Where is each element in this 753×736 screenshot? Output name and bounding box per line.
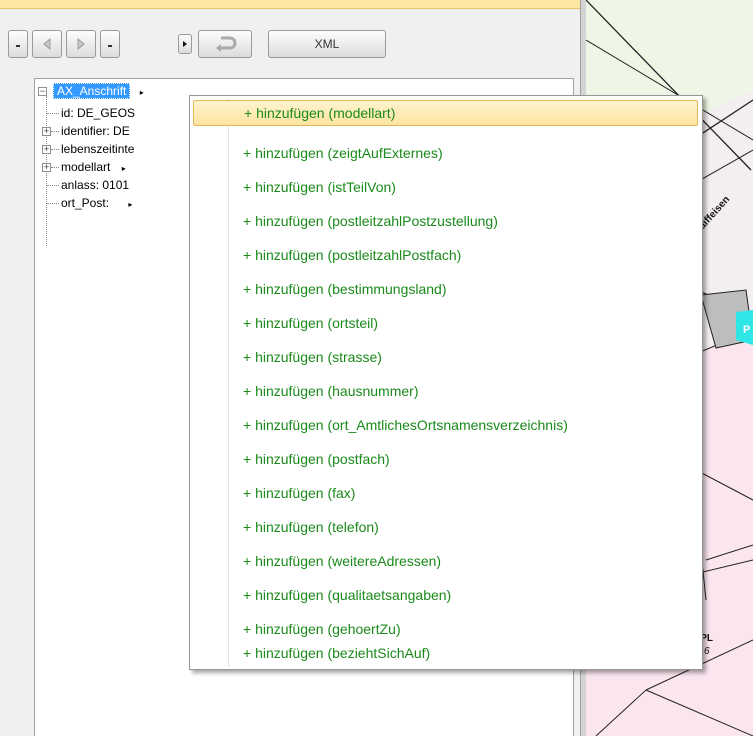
chevron-down-icon xyxy=(106,40,114,48)
map-parcel-number: 6 xyxy=(704,646,710,657)
tree-node-label: ort_Post: xyxy=(61,196,110,210)
tree-node[interactable]: anlass: 0101 xyxy=(61,176,129,194)
return-arrow-icon xyxy=(213,35,237,53)
tree-connector xyxy=(47,203,59,204)
tree-node-label: identifier: DE xyxy=(61,124,130,138)
tree-connector xyxy=(47,185,59,186)
menu-item-weitereadressen[interactable]: + hinzufügen (weitereAdressen) xyxy=(193,548,698,574)
tree-node-label: modellart xyxy=(61,160,111,174)
tree-node[interactable]: identifier: DE xyxy=(61,122,130,140)
xml-button-label: XML xyxy=(314,37,340,51)
menu-item-qualitaetsangaben[interactable]: + hinzufügen (qualitaetsangaben) xyxy=(193,582,698,608)
tree-node[interactable]: ort_Post: ▸ xyxy=(61,194,132,212)
menu-item-postfach[interactable]: + hinzufügen (postfach) xyxy=(193,446,698,472)
expand-icon[interactable]: + xyxy=(42,145,51,154)
triangle-right-small-icon xyxy=(182,40,188,48)
tree-node[interactable]: modellart ▸ xyxy=(61,158,126,176)
expand-icon[interactable]: + xyxy=(42,127,51,136)
dropdown-button-1[interactable] xyxy=(8,30,28,58)
tree-connector xyxy=(51,167,59,168)
map-parcel-marker: P xyxy=(743,324,750,336)
triangle-right-icon[interactable]: ▸ xyxy=(140,88,144,97)
context-menu: + hinzufügen (modellart) + hinzufügen (z… xyxy=(189,95,703,670)
menu-item-strasse[interactable]: + hinzufügen (strasse) xyxy=(193,344,698,370)
menu-item-istteilvon[interactable]: + hinzufügen (istTeilVon) xyxy=(193,174,698,200)
menu-item-modellart[interactable]: + hinzufügen (modellart) xyxy=(193,100,698,126)
expand-icon[interactable]: + xyxy=(42,163,51,172)
menu-item-zeigtaufexternes[interactable]: + hinzufügen (zeigtAufExternes) xyxy=(193,140,698,166)
tree-root-node[interactable]: AX_Anschrift ▸ xyxy=(53,82,144,100)
tree-connector xyxy=(47,113,59,114)
triangle-right-icon[interactable]: ▸ xyxy=(122,164,126,173)
triangle-right-icon xyxy=(76,38,86,50)
menu-item-telefon[interactable]: + hinzufügen (telefon) xyxy=(193,514,698,540)
tree-connector xyxy=(51,131,59,132)
undo-button[interactable] xyxy=(198,30,252,58)
menu-item-ortsteil[interactable]: + hinzufügen (ortsteil) xyxy=(193,310,698,336)
collapse-icon[interactable]: − xyxy=(38,87,47,96)
menu-item-postleitzahlpostzustellung[interactable]: + hinzufügen (postleitzahlPostzustellung… xyxy=(193,208,698,234)
tree-node-label: id: DE_GEOS xyxy=(61,106,136,120)
menu-item-fax[interactable]: + hinzufügen (fax) xyxy=(193,480,698,506)
menu-item-hausnummer[interactable]: + hinzufügen (hausnummer) xyxy=(193,378,698,404)
triangle-left-icon xyxy=(42,38,52,50)
tree-node-label: lebenszeitinte xyxy=(61,142,135,156)
previous-button[interactable] xyxy=(32,30,62,58)
tree-node[interactable]: id: DE_GEOS xyxy=(61,104,135,122)
menu-item-bestimmungsland[interactable]: + hinzufügen (bestimmungsland) xyxy=(193,276,698,302)
tree-root-label[interactable]: AX_Anschrift xyxy=(53,83,131,99)
expand-button[interactable] xyxy=(178,34,192,54)
title-strip xyxy=(0,0,580,9)
tree-node-label: anlass: 0101 xyxy=(61,178,130,192)
menu-item-beziehtsichauf[interactable]: + hinzufügen (beziehtSichAuf) xyxy=(193,640,698,666)
dropdown-button-2[interactable] xyxy=(100,30,120,58)
menu-item-ort-amtliches[interactable]: + hinzufügen (ort_AmtlichesOrtsnamensver… xyxy=(193,412,698,438)
menu-item-gehoertzu[interactable]: + hinzufügen (gehoertZu) xyxy=(193,616,698,642)
tree-node[interactable]: lebenszeitinte xyxy=(61,140,134,158)
next-button[interactable] xyxy=(66,30,96,58)
triangle-right-icon[interactable]: ▸ xyxy=(128,200,132,209)
menu-item-postleitzahlpostfach[interactable]: + hinzufügen (postleitzahlPostfach) xyxy=(193,242,698,268)
xml-button[interactable]: XML xyxy=(268,30,386,58)
chevron-down-icon xyxy=(14,40,22,48)
tree-connector xyxy=(51,149,59,150)
